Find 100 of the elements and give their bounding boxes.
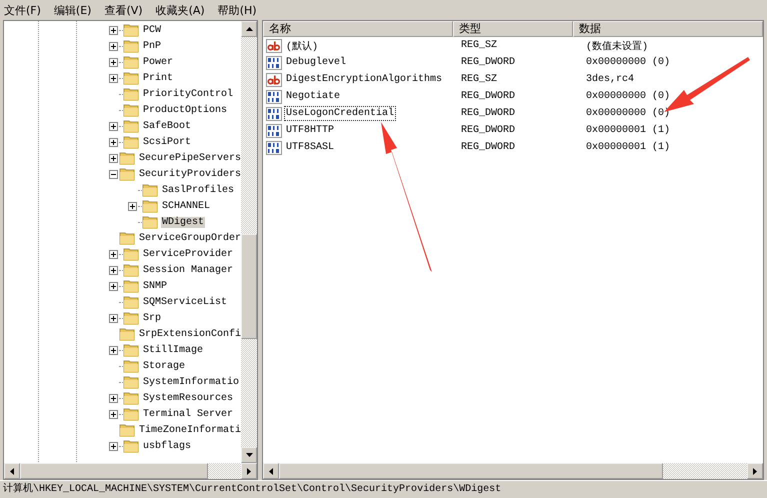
folder-icon <box>123 247 139 261</box>
binary-value-icon <box>266 90 282 104</box>
column-header[interactable]: 数据 <box>573 21 763 37</box>
scroll-left-button[interactable] <box>263 463 279 479</box>
tree-item[interactable]: Print <box>142 72 174 84</box>
tree-item[interactable]: PCW <box>142 24 162 36</box>
value-type: REG_DWORD <box>460 108 516 119</box>
binary-value-icon <box>266 124 282 138</box>
scroll-left-button[interactable] <box>4 463 20 479</box>
tree-item[interactable]: WDigest <box>161 216 206 228</box>
expand-icon[interactable] <box>109 394 118 402</box>
scroll-up-button[interactable] <box>241 21 257 37</box>
tree-item[interactable]: SafeBoot <box>142 120 192 132</box>
scroll-thumb[interactable] <box>279 463 663 479</box>
value-type: REG_DWORD <box>460 125 516 136</box>
tree-item[interactable]: StillImage <box>142 344 204 356</box>
value-type: REG_DWORD <box>460 91 516 102</box>
scroll-down-button[interactable] <box>241 447 257 463</box>
down-arrow-icon <box>246 453 252 457</box>
menu-item[interactable]: 查看(V) <box>104 2 143 18</box>
tree-item[interactable]: Session Manager <box>142 264 234 276</box>
value-name[interactable]: UTF8SASL <box>284 140 336 155</box>
expand-icon[interactable] <box>109 122 118 130</box>
value-name[interactable]: UseLogonCredential <box>284 106 396 121</box>
folder-icon <box>119 167 135 181</box>
right-arrow-icon <box>753 468 757 474</box>
folder-icon <box>142 199 158 213</box>
tree-item[interactable]: SCHANNEL <box>161 200 212 212</box>
folder-icon <box>142 183 158 197</box>
folder-icon <box>119 327 135 341</box>
expand-icon[interactable] <box>109 346 118 354</box>
tree-item[interactable]: ServiceProvider <box>142 248 234 260</box>
scroll-thumb[interactable] <box>241 234 257 339</box>
folder-icon <box>123 439 139 453</box>
expand-icon[interactable] <box>109 314 118 322</box>
folder-icon <box>123 39 139 53</box>
folder-icon <box>119 423 135 437</box>
tree-item[interactable]: SQMServiceList <box>142 296 228 308</box>
folder-icon <box>123 23 139 37</box>
expand-icon[interactable] <box>109 154 118 162</box>
tree-item[interactable]: SNMP <box>142 280 168 292</box>
tree-item[interactable]: SecurePipeServers <box>138 152 241 164</box>
value-name[interactable]: UTF8HTTP <box>284 123 336 138</box>
string-value-icon <box>266 38 282 52</box>
menu-item[interactable]: 文件(F) <box>4 2 41 18</box>
folder-icon <box>123 55 139 69</box>
value-name[interactable]: (默认) <box>284 36 320 54</box>
tree-item[interactable]: Srp <box>142 312 162 324</box>
tree-item[interactable]: SaslProfiles <box>161 184 236 196</box>
tree-item[interactable]: SystemInformatio <box>142 376 240 388</box>
tree-item[interactable]: PriorityControl <box>142 88 234 100</box>
column-header[interactable]: 名称 <box>263 21 453 37</box>
value-data: (数值未设置) <box>585 40 650 52</box>
string-value-icon <box>266 72 282 86</box>
expand-icon[interactable] <box>109 138 118 146</box>
expand-icon[interactable] <box>109 26 118 34</box>
tree-item[interactable]: TimeZoneInformati <box>138 424 241 436</box>
expand-icon[interactable] <box>109 282 118 290</box>
value-name[interactable]: Debuglevel <box>284 55 348 70</box>
expand-icon[interactable] <box>109 42 118 50</box>
tree-item[interactable]: PnP <box>142 40 162 52</box>
folder-icon <box>123 279 139 293</box>
binary-value-icon <box>266 56 282 70</box>
menu-item[interactable]: 编辑(E) <box>54 2 92 18</box>
folder-icon <box>123 71 139 85</box>
tree-item[interactable]: Storage <box>142 360 186 372</box>
column-header[interactable]: 类型 <box>453 21 573 37</box>
menu-item[interactable]: 收藏夹(A) <box>156 2 205 18</box>
expand-icon[interactable] <box>109 442 118 450</box>
value-name[interactable]: DigestEncryptionAlgorithms <box>284 72 444 87</box>
value-data: 0x00000001 (1) <box>585 142 672 153</box>
status-bar: 计算机\HKEY_LOCAL_MACHINE\SYSTEM\CurrentControlSet\Control\SecurityProviders\WDigest <box>0 480 767 498</box>
value-data: 0x00000000 (0) <box>585 57 672 68</box>
scroll-right-button[interactable] <box>747 463 763 479</box>
scroll-thumb[interactable] <box>20 463 208 479</box>
collapse-icon[interactable] <box>109 170 118 178</box>
right-arrow-icon <box>247 468 251 474</box>
expand-icon[interactable] <box>128 202 137 210</box>
expand-icon[interactable] <box>109 266 118 274</box>
tree-item[interactable]: SystemResources <box>142 392 234 404</box>
tree-item[interactable]: ServiceGroupOrder <box>138 232 241 244</box>
tree-item[interactable]: ProductOptions <box>142 104 228 116</box>
value-name[interactable]: Negotiate <box>284 89 342 104</box>
tree-item[interactable]: SecurityProviders <box>138 168 241 180</box>
horizontal-scrollbar[interactable] <box>263 463 763 479</box>
tree-item[interactable]: Terminal Server <box>142 408 234 420</box>
expand-icon[interactable] <box>109 250 118 258</box>
vertical-scrollbar[interactable] <box>241 21 257 463</box>
expand-icon[interactable] <box>109 410 118 418</box>
menu-item[interactable]: 帮助(H) <box>218 2 257 18</box>
value-type: REG_SZ <box>460 74 498 85</box>
expand-icon[interactable] <box>109 74 118 82</box>
tree-item[interactable]: ScsiPort <box>142 136 192 148</box>
horizontal-scrollbar[interactable] <box>4 463 257 479</box>
scroll-right-button[interactable] <box>241 463 257 479</box>
expand-icon[interactable] <box>109 58 118 66</box>
tree-item[interactable]: Power <box>142 56 174 68</box>
tree-item[interactable]: usbflags <box>142 440 192 452</box>
tree-item[interactable]: SrpExtensionConfi <box>138 328 241 340</box>
up-arrow-icon <box>246 27 252 31</box>
